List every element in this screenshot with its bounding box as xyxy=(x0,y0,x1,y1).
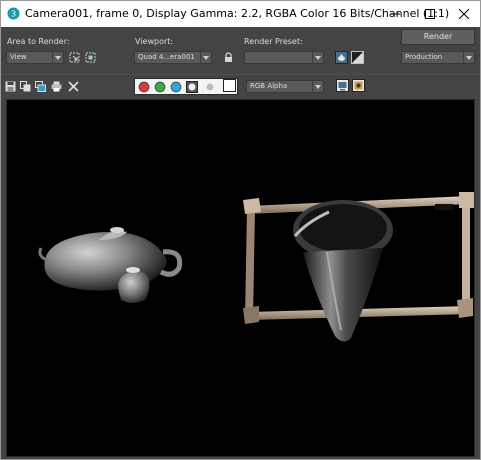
maximize-button[interactable] xyxy=(413,1,447,27)
region-icon[interactable] xyxy=(69,52,80,63)
app-3ds-icon: 3 xyxy=(7,7,20,20)
teapot-object xyxy=(38,227,183,291)
chevron-down-icon xyxy=(463,52,474,63)
print-image-icon[interactable] xyxy=(51,81,62,92)
auto-region-icon[interactable] xyxy=(85,52,96,63)
clone-window-icon[interactable] xyxy=(35,81,46,92)
production-value: Production xyxy=(405,53,443,61)
chevron-down-icon xyxy=(52,52,63,63)
lock-icon[interactable] xyxy=(223,52,234,63)
render-button[interactable]: Render xyxy=(401,29,475,45)
viewport-dropdown[interactable]: Quad 4...era001 xyxy=(134,51,212,64)
svg-text:3: 3 xyxy=(11,10,16,19)
render-frame-window: 3 Camera001, frame 0, Display Gamma: 2.2… xyxy=(0,0,481,460)
close-button[interactable] xyxy=(447,1,480,27)
rendered-image-viewport[interactable] xyxy=(6,99,475,457)
blue-channel-icon[interactable] xyxy=(170,81,182,93)
preset-teapot-icon[interactable] xyxy=(335,51,348,64)
area-to-render-value: View xyxy=(10,53,27,61)
chevron-down-icon xyxy=(312,81,323,92)
area-to-render-label: Area to Render: xyxy=(7,37,70,46)
render-settings-panel: Area to Render: View Viewport: Quad 4...… xyxy=(1,27,480,74)
maximize-icon xyxy=(425,9,435,19)
viewport-label: Viewport: xyxy=(135,37,174,46)
render-preset-label: Render Preset: xyxy=(244,37,303,46)
area-to-render-dropdown[interactable]: View xyxy=(6,51,64,64)
display-toggle-icon[interactable] xyxy=(336,79,349,92)
viewport-value: Quad 4...era001 xyxy=(138,53,195,61)
swatch-icon[interactable] xyxy=(223,79,236,92)
channel-display-value: RGB Alpha xyxy=(250,82,288,90)
minimize-icon xyxy=(390,13,400,15)
title-bar: 3 Camera001, frame 0, Display Gamma: 2.2… xyxy=(1,1,480,27)
display-frame-icon[interactable] xyxy=(352,79,365,92)
clear-icon[interactable] xyxy=(68,81,79,92)
image-toolbar: RGB Alpha xyxy=(1,74,480,99)
monochrome-icon[interactable] xyxy=(204,81,216,93)
funnel-object xyxy=(293,200,393,342)
alpha-channel-icon[interactable] xyxy=(186,81,198,93)
environment-icon[interactable] xyxy=(351,51,364,64)
copy-image-icon[interactable] xyxy=(20,81,31,92)
close-icon xyxy=(459,9,469,19)
render-preset-dropdown[interactable] xyxy=(244,51,324,64)
red-channel-icon[interactable] xyxy=(138,81,150,93)
chevron-down-icon xyxy=(312,52,323,63)
minimize-button[interactable] xyxy=(378,1,412,27)
save-image-icon[interactable] xyxy=(5,81,16,92)
production-dropdown[interactable]: Production xyxy=(401,51,475,64)
chevron-down-icon xyxy=(200,52,211,63)
channel-display-dropdown[interactable]: RGB Alpha xyxy=(246,80,324,93)
rendered-scene xyxy=(38,192,474,342)
green-channel-icon[interactable] xyxy=(154,81,166,93)
